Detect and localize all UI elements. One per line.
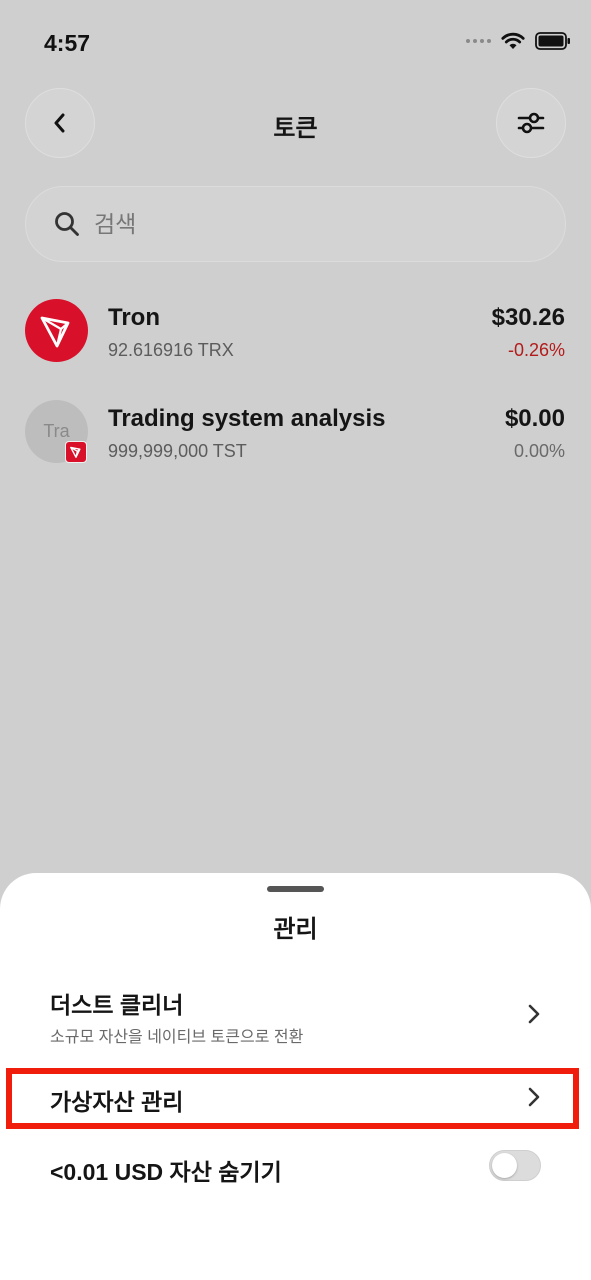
token-change: 0.00% [513, 441, 565, 461]
search-icon [55, 212, 79, 236]
battery-icon [535, 32, 570, 50]
token-row-tst[interactable]: Tra Trading system analysis 999,999,000 … [0, 391, 591, 481]
dust-cleaner-subtitle: 소규모 자산을 네이티브 토큰으로 전환 [50, 1029, 304, 1046]
filter-button[interactable] [496, 88, 566, 158]
cellular-dots-icon [466, 39, 491, 43]
chevron-right-icon [528, 1004, 540, 1024]
token-name: Tron [108, 304, 160, 331]
token-change: -0.26% [507, 340, 565, 360]
search-bar[interactable] [25, 186, 566, 262]
search-input[interactable] [94, 210, 514, 238]
token-value: $0.00 [504, 405, 565, 432]
dust-cleaner-title: 더스트 클리너 [50, 992, 184, 1018]
sheet-title: 관리 [273, 916, 318, 943]
token-value: $30.26 [491, 304, 565, 331]
tron-logo-icon [25, 299, 88, 362]
status-time: 4:57 [44, 30, 91, 56]
sliders-icon [517, 112, 545, 134]
token-amount: 999,999,000 TST [108, 441, 247, 461]
wifi-icon [501, 32, 525, 49]
status-icons [466, 32, 571, 50]
token-row-tron[interactable]: Tron 92.616916 TRX $30.26 -0.26% [0, 290, 591, 380]
chevron-right-icon [528, 1087, 540, 1107]
manage-bottom-sheet: 관리 더스트 클리너 소규모 자산을 네이티브 토큰으로 전환 가상자산 관리 … [0, 873, 591, 1280]
toggle-knob [492, 1153, 517, 1178]
asset-management-title: 가상자산 관리 [50, 1089, 184, 1115]
token-name: Trading system analysis [108, 405, 386, 432]
tron-badge-icon [65, 441, 87, 463]
hide-small-assets-toggle[interactable] [489, 1150, 541, 1181]
sheet-grabber[interactable] [267, 886, 324, 892]
hide-small-assets-title: <0.01 USD 자산 숨기기 [50, 1159, 282, 1185]
token-amount: 92.616916 TRX [108, 340, 234, 360]
token-screen: 4:57 토큰 검색 Tron 92.616916 TRX $30.26 -0.… [0, 0, 591, 1280]
